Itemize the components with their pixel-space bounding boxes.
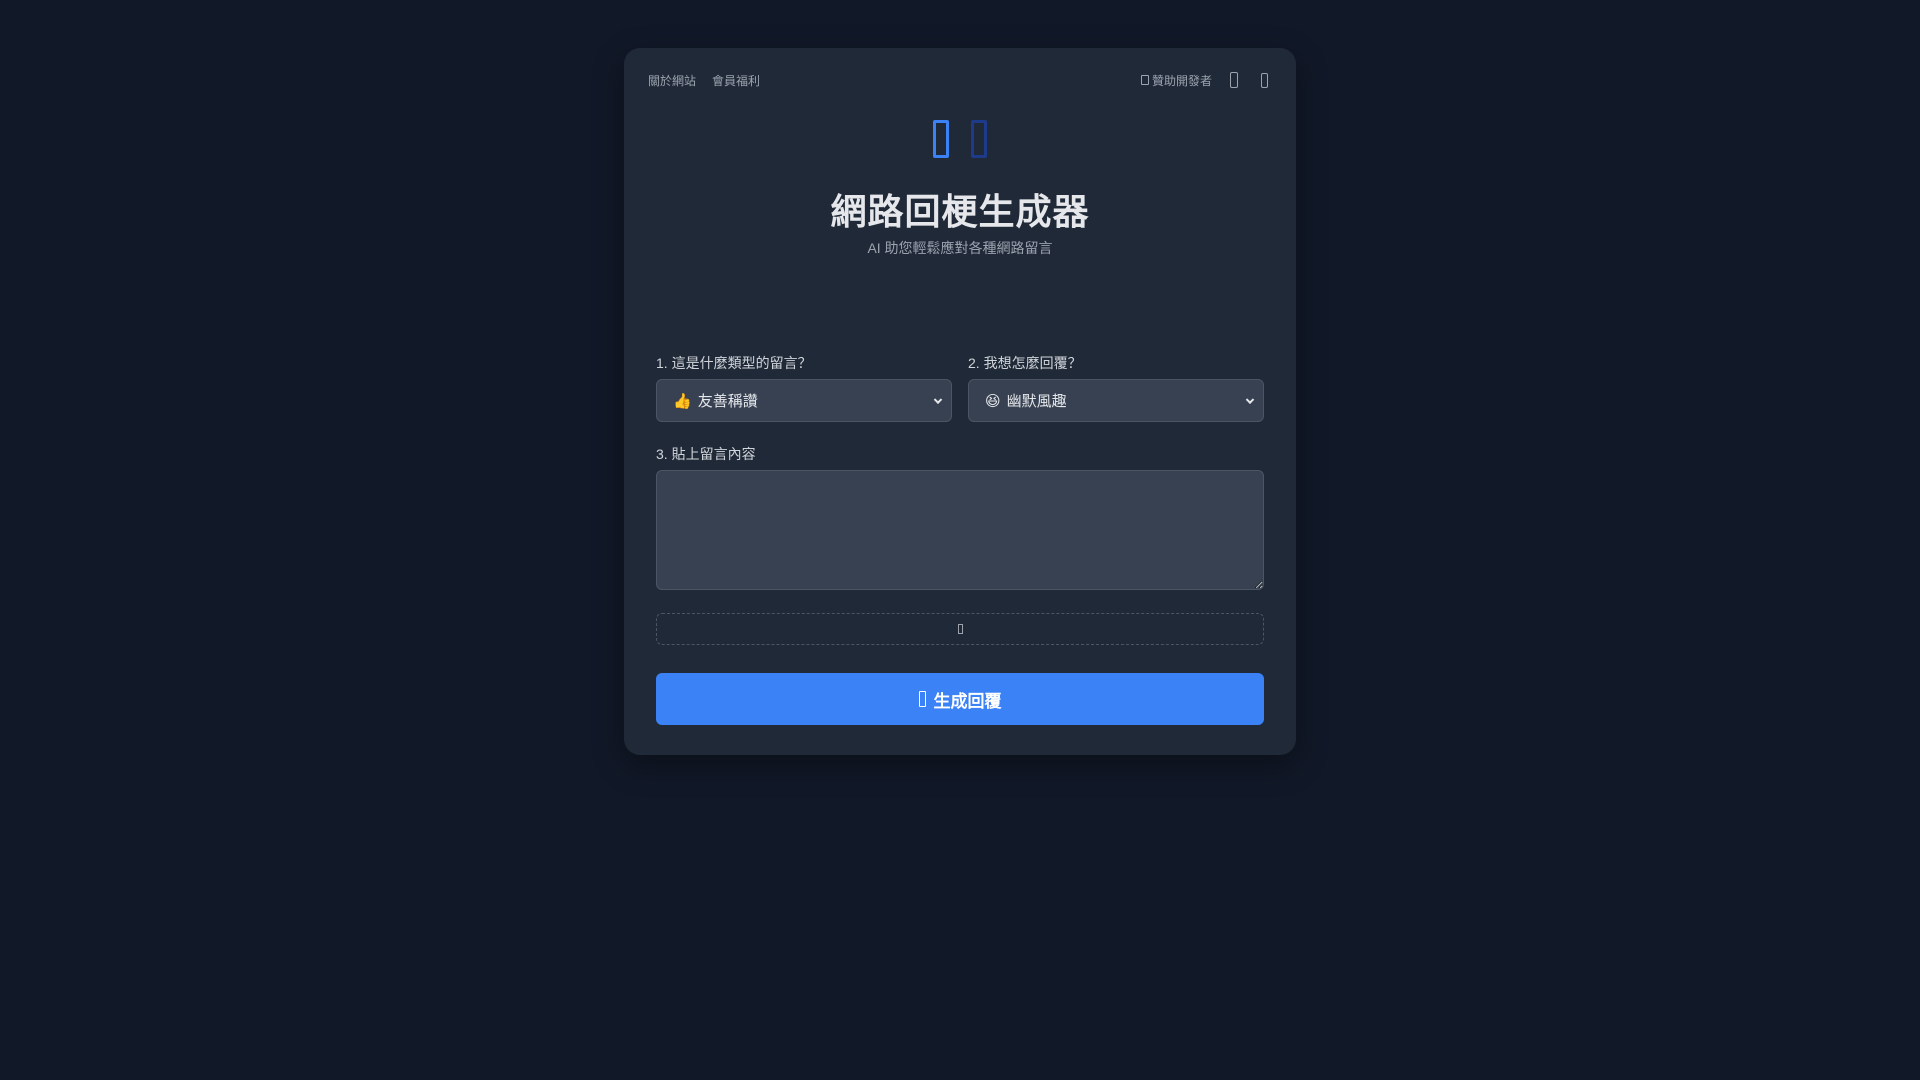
chevron-down-icon xyxy=(1245,395,1255,404)
settings-icon xyxy=(1260,72,1268,88)
options-row: 1. 這是什麼類型的留言？ 👍 友善稱讚 2. 我想怎麼回覆？ 😆 幽默風趣 xyxy=(656,353,1264,422)
reply-style-field: 2. 我想怎麼回覆？ 😆 幽默風趣 xyxy=(968,353,1264,422)
comment-type-field: 1. 這是什麼類型的留言？ 👍 友善稱讚 xyxy=(656,353,952,422)
page-subtitle: AI 助您輕鬆應對各種網路留言 xyxy=(867,240,1053,256)
comment-type-value: 友善稱讚 xyxy=(697,393,758,410)
comment-type-select[interactable]: 👍 友善稱讚 xyxy=(656,379,952,422)
comment-content-field: 3. 貼上留言內容 xyxy=(656,444,1264,595)
chevron-down-icon xyxy=(933,395,943,404)
nav-links: 關於網站 會員福利 xyxy=(648,72,760,89)
main-card: 關於網站 會員福利 贊助開發者 網路回梗生成器 AI 助您輕鬆應對各種網路留言 … xyxy=(624,48,1296,755)
reply-style-select[interactable]: 😆 幽默風趣 xyxy=(968,379,1264,422)
page-title: 網路回梗生成器 xyxy=(830,191,1090,232)
sponsor-label: 贊助開發者 xyxy=(1151,73,1212,88)
reply-style-label: 2. 我想怎麼回覆？ xyxy=(968,355,1082,371)
comment-content-input[interactable] xyxy=(656,470,1264,590)
theme-toggle-icon xyxy=(1230,72,1238,88)
laughing-face-icon: 😆 xyxy=(985,392,1001,410)
logo-secondary-icon xyxy=(971,120,987,158)
logo-icon xyxy=(933,120,949,158)
about-link[interactable]: 關於網站 xyxy=(648,72,696,89)
reply-form: 1. 這是什麼類型的留言？ 👍 友善稱讚 2. 我想怎麼回覆？ 😆 幽默風趣 3… xyxy=(656,353,1264,725)
theme-toggle-button[interactable] xyxy=(1226,70,1242,90)
image-upload-icon xyxy=(957,624,963,634)
sparkle-icon xyxy=(918,691,926,707)
generate-reply-label: 生成回覆 xyxy=(933,691,1002,711)
image-upload-button[interactable] xyxy=(656,613,1264,645)
settings-button[interactable] xyxy=(1256,70,1272,90)
comment-type-label: 1. 這是什麼類型的留言？ xyxy=(656,355,812,371)
top-nav: 關於網站 會員福利 贊助開發者 xyxy=(648,70,1272,90)
benefits-link[interactable]: 會員福利 xyxy=(712,72,760,89)
nav-actions: 贊助開發者 xyxy=(1140,70,1272,90)
thumbs-up-icon: 👍 xyxy=(673,392,692,410)
logo xyxy=(624,120,1296,158)
heart-icon xyxy=(1140,75,1149,85)
sponsor-link[interactable]: 贊助開發者 xyxy=(1140,72,1212,89)
comment-content-label: 3. 貼上留言內容 xyxy=(656,446,756,462)
reply-style-value: 幽默風趣 xyxy=(1006,393,1067,410)
generate-reply-button[interactable]: 生成回覆 xyxy=(656,673,1264,725)
